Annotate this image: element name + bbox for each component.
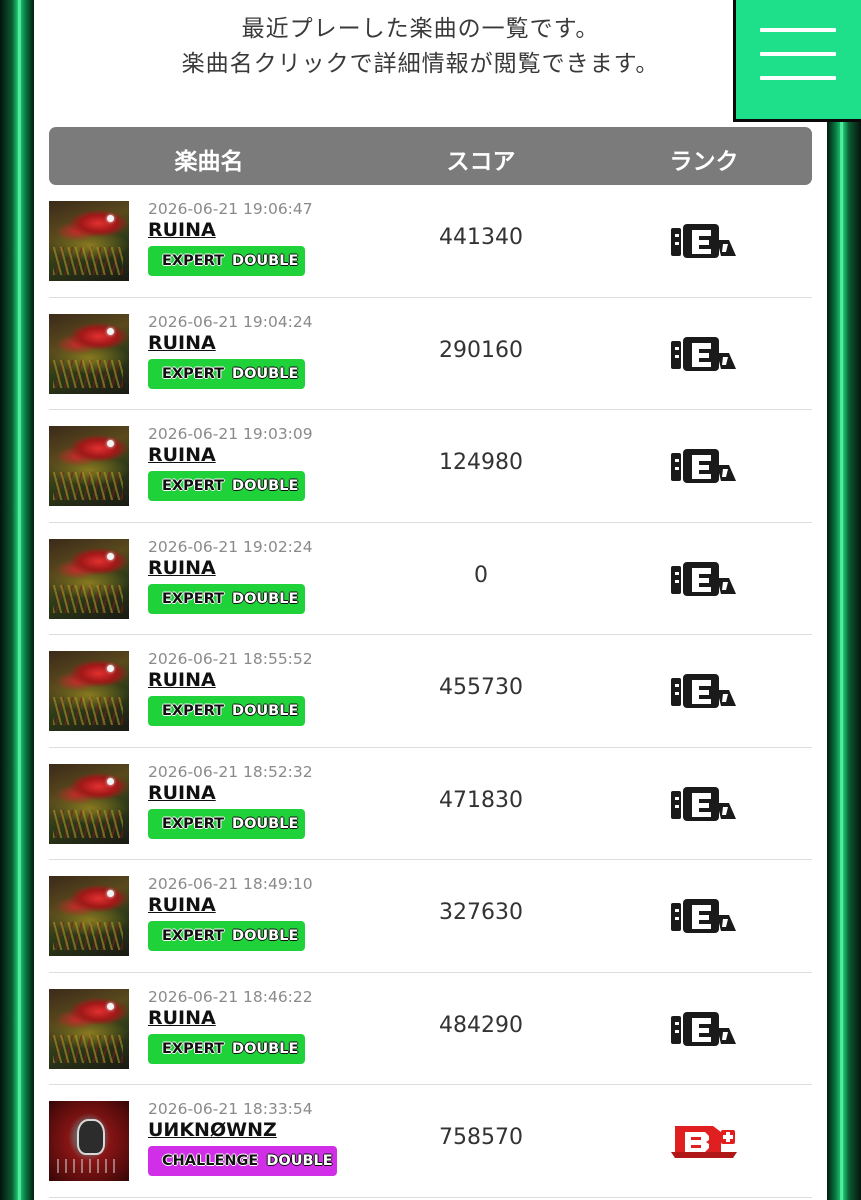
difficulty-badge: CHALLENGE DOUBLE xyxy=(148,1146,337,1176)
score-value: 290160 xyxy=(439,337,523,363)
difficulty-label: EXPERT xyxy=(162,253,225,269)
play-style-label: DOUBLE xyxy=(232,590,299,607)
score-value: 471830 xyxy=(439,787,523,813)
song-title-link[interactable]: RUINA xyxy=(148,894,216,916)
play-style-label: DOUBLE xyxy=(232,1040,299,1057)
play-style-label: DOUBLE xyxy=(232,478,299,494)
play-style-label: DOUBLE xyxy=(232,253,299,269)
jacket-image xyxy=(49,988,129,1069)
song-title-link[interactable]: RUINA xyxy=(148,332,216,354)
table-row: 2026-06-21 19:03:09 RUINA EXPERT DOUBLE 1249… xyxy=(49,410,812,523)
rank-e-icon xyxy=(669,222,739,260)
played-at: 2026-06-21 18:55:52 xyxy=(148,650,313,668)
difficulty-badge: EXPERT DOUBLE xyxy=(148,696,305,726)
difficulty-label: EXPERT xyxy=(162,1040,225,1057)
rank-e-icon xyxy=(669,672,739,710)
score-value: 758570 xyxy=(439,1125,523,1150)
header-rank: ランク xyxy=(669,149,739,175)
left-frame-decoration xyxy=(0,0,34,1200)
jacket-image xyxy=(49,313,129,394)
jacket-image xyxy=(49,651,129,731)
table-row: 2026-06-21 19:02:24 RUINA EXPERT DOUBLE 0 xyxy=(49,523,812,635)
difficulty-badge: EXPERT DOUBLE xyxy=(148,358,305,389)
played-at: 2026-06-21 18:52:32 xyxy=(148,762,313,781)
hamburger-menu-icon xyxy=(760,28,836,32)
score-value: 441340 xyxy=(439,225,523,250)
played-at: 2026-06-21 19:03:09 xyxy=(148,425,313,443)
song-title-link[interactable]: RUINA xyxy=(148,1007,216,1029)
rank-e-icon xyxy=(669,447,739,485)
intro-line-1: 最近プレーした楽曲の一覧です。 xyxy=(241,16,600,42)
table-row: 2026-06-21 18:49:10 RUINA EXPERT DOUBLE 3276… xyxy=(49,860,812,973)
score-value: 0 xyxy=(474,562,488,588)
play-style-label: DOUBLE xyxy=(232,703,299,719)
table-header: 楽曲名 スコア ランク xyxy=(49,127,812,185)
song-title-link[interactable]: RUINA xyxy=(148,219,216,241)
song-title-link[interactable]: RUINA xyxy=(148,557,216,579)
header-score: スコア xyxy=(446,149,516,175)
played-at: 2026-06-21 18:49:10 xyxy=(148,875,313,893)
song-title-link[interactable]: UИKNØWNZ xyxy=(148,1119,277,1141)
table-row: 2026-06-21 18:46:22 RUINA EXPERT DOUBLE 4842… xyxy=(49,973,812,1085)
jacket-image xyxy=(49,1101,129,1181)
song-title-link[interactable]: RUINA xyxy=(148,782,216,804)
played-at: 2026-06-21 19:02:24 xyxy=(148,537,313,556)
difficulty-badge: EXPERT DOUBLE xyxy=(148,1033,305,1064)
difficulty-label: CHALLENGE xyxy=(162,1153,259,1169)
played-at: 2026-06-21 18:46:22 xyxy=(148,987,313,1006)
played-at: 2026-06-21 18:33:54 xyxy=(148,1100,313,1118)
right-frame-decoration xyxy=(827,0,861,1200)
jacket-image xyxy=(49,538,129,619)
table-row: 2026-06-21 18:33:54 UИKNØWNZ CHALLENGE DOUB… xyxy=(49,1085,812,1198)
rank-e-icon xyxy=(669,897,739,935)
song-title-link[interactable]: RUINA xyxy=(148,444,216,466)
difficulty-badge: EXPERT DOUBLE xyxy=(148,808,305,839)
played-at: 2026-06-21 19:06:47 xyxy=(148,200,313,218)
difficulty-label: EXPERT xyxy=(162,365,225,382)
jacket-image xyxy=(49,426,129,506)
difficulty-badge: EXPERT DOUBLE xyxy=(148,921,305,951)
table-row: 2026-06-21 19:04:24 RUINA EXPERT DOUBLE 2901… xyxy=(49,298,812,410)
difficulty-label: EXPERT xyxy=(162,478,225,494)
rank-e-icon xyxy=(669,335,739,373)
hamburger-menu-icon xyxy=(760,52,836,56)
play-style-label: DOUBLE xyxy=(232,365,299,382)
difficulty-badge: EXPERT DOUBLE xyxy=(148,471,305,501)
difficulty-label: EXPERT xyxy=(162,815,225,832)
played-at: 2026-06-21 19:04:24 xyxy=(148,312,313,331)
score-value: 327630 xyxy=(439,900,523,925)
table-row: 2026-06-21 18:52:32 RUINA EXPERT DOUBLE 4718… xyxy=(49,748,812,860)
intro-text: 最近プレーした楽曲の一覧です。 楽曲名クリックで詳細情報が閲覧できます。 xyxy=(34,12,827,82)
jacket-image xyxy=(49,876,129,956)
difficulty-label: EXPERT xyxy=(162,703,225,719)
jacket-image xyxy=(49,763,129,844)
rank-b-plus-icon xyxy=(669,1122,739,1160)
rank-e-icon xyxy=(669,785,739,823)
table-row: 2026-06-21 19:06:47 RUINA EXPERT DOUBLE 4413… xyxy=(49,185,812,298)
intro-line-2: 楽曲名クリックで詳細情報が閲覧できます。 xyxy=(181,51,660,77)
play-style-label: DOUBLE xyxy=(266,1153,333,1169)
rank-e-icon xyxy=(669,560,739,598)
menu-button[interactable] xyxy=(733,0,861,122)
play-style-label: DOUBLE xyxy=(232,928,299,944)
difficulty-badge: EXPERT DOUBLE xyxy=(148,246,305,276)
difficulty-label: EXPERT xyxy=(162,928,225,944)
play-style-label: DOUBLE xyxy=(232,815,299,832)
song-title-link[interactable]: RUINA xyxy=(148,669,216,691)
difficulty-badge: EXPERT DOUBLE xyxy=(148,583,305,614)
header-song-name: 楽曲名 xyxy=(174,149,244,175)
score-value: 124980 xyxy=(439,450,523,475)
jacket-image xyxy=(49,201,129,281)
hamburger-menu-icon xyxy=(760,76,836,80)
play-history-list: 2026-06-21 19:06:47 RUINA EXPERT DOUBLE 4413… xyxy=(49,185,812,1198)
table-row: 2026-06-21 18:55:52 RUINA EXPERT DOUBLE 4557… xyxy=(49,635,812,748)
rank-e-icon xyxy=(669,1010,739,1048)
score-value: 484290 xyxy=(439,1012,523,1038)
score-value: 455730 xyxy=(439,675,523,700)
difficulty-label: EXPERT xyxy=(162,590,225,607)
